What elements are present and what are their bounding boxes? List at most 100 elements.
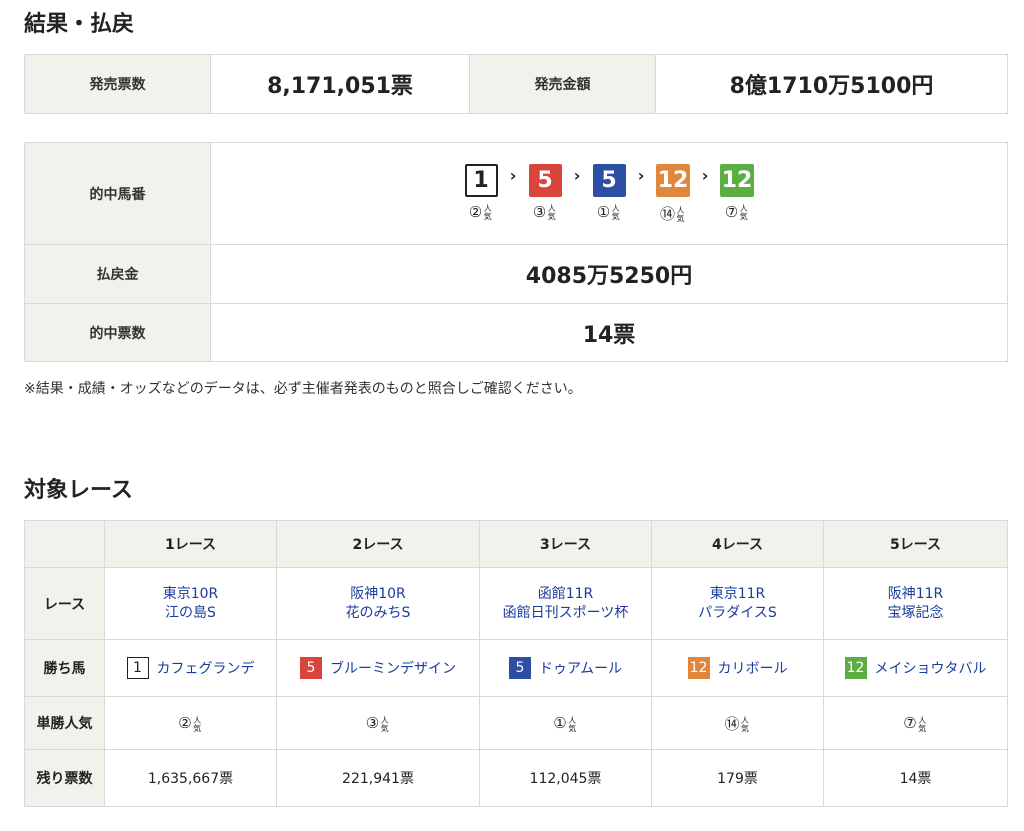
race-name[interactable]: 花のみちS xyxy=(277,604,479,623)
popularity-cell: ①人気 xyxy=(479,696,652,750)
arrow-icon: › xyxy=(573,165,581,185)
horse-number-badge: 5 xyxy=(528,163,562,197)
winner-link[interactable]: 5 ドゥアムール xyxy=(508,657,622,679)
popularity-row-label: 単勝人気 xyxy=(24,696,105,750)
race-name[interactable]: パラダイスS xyxy=(652,604,823,623)
popularity: ①人気 xyxy=(597,203,621,221)
race-name[interactable]: 函館日刊スポーツ杯 xyxy=(480,604,651,623)
horse-name[interactable]: カフェグランデ xyxy=(157,658,255,678)
sales-count-label: 発売票数 xyxy=(24,54,211,114)
popularity-rank: ① xyxy=(596,202,611,221)
winner-link[interactable]: 12 メイショウタバル xyxy=(844,657,987,679)
popularity-rank: ② xyxy=(468,202,483,221)
race-link[interactable]: 東京10R 江の島S xyxy=(105,585,276,623)
hit-tickets-label: 的中票数 xyxy=(24,303,211,362)
horse-number-badge: 12 xyxy=(844,657,867,679)
race-cell: 東京10R 江の島S xyxy=(104,567,277,640)
popularity-suffix: 人気 xyxy=(917,715,927,732)
popularity-suffix: 人気 xyxy=(739,204,749,220)
popularity-suffix: 人気 xyxy=(483,204,493,220)
race-col-header: 4レース xyxy=(651,520,824,568)
popularity-rank: ⑦ xyxy=(903,714,917,732)
payout-value: 4085万5250円 xyxy=(210,244,1008,304)
popularity: ①人気 xyxy=(553,714,577,732)
winner-link[interactable]: 12 カリボール xyxy=(687,657,788,679)
popularity: ③人気 xyxy=(533,203,557,221)
races-corner xyxy=(24,520,105,568)
race-col-header: 2レース xyxy=(276,520,480,568)
popularity: ⑦人気 xyxy=(725,203,749,221)
popularity-cell: ③人気 xyxy=(276,696,480,750)
popularity-rank: ③ xyxy=(365,714,380,732)
hit-numbers-label: 的中馬番 xyxy=(24,142,211,245)
hit-number-item: 5 ①人気 xyxy=(592,163,626,221)
popularity-suffix: 人気 xyxy=(676,206,685,222)
horse-name[interactable]: メイショウタバル xyxy=(875,658,987,678)
race-venue[interactable]: 函館11R xyxy=(480,585,651,604)
race-venue[interactable]: 阪神11R xyxy=(824,585,1007,604)
race-cell: 阪神10R 花のみちS xyxy=(276,567,480,640)
race-link[interactable]: 阪神10R 花のみちS xyxy=(277,585,479,623)
race-row: レース 東京10R 江の島S 阪神10R 花のみちS 函館11R 函館日刊スポーツ杯 東京1… xyxy=(24,567,1008,640)
races-header-row: 1レース 2レース 3レース 4レース 5レース xyxy=(24,520,1008,568)
horse-name[interactable]: ブルーミンデザイン xyxy=(330,658,456,678)
popularity-rank: ⑭ xyxy=(724,714,740,733)
race-venue[interactable]: 阪神10R xyxy=(277,585,479,604)
hit-number-item: 5 ③人気 xyxy=(528,163,562,221)
race-name[interactable]: 江の島S xyxy=(105,604,276,623)
races-table: 1レース 2レース 3レース 4レース 5レース レース 東京10R 江の島S 阪神10R 花… xyxy=(24,520,1008,807)
horse-number-badge: 1 xyxy=(126,657,149,679)
popularity: ⑭人気 xyxy=(660,203,686,224)
horse-number-badge: 5 xyxy=(300,657,322,679)
winner-cell: 5 ブルーミンデザイン xyxy=(276,639,480,697)
sales-count-value: 8,171,051票 xyxy=(210,54,470,114)
popularity-rank: ② xyxy=(178,714,192,732)
winner-cell: 12 カリボール xyxy=(651,639,824,697)
payout-label: 払戻金 xyxy=(24,244,211,304)
horse-number-badge: 5 xyxy=(592,163,626,197)
race-venue[interactable]: 東京11R xyxy=(652,585,823,604)
hit-number-item: 1 ②人気 xyxy=(464,163,498,221)
horse-name[interactable]: ドゥアムール xyxy=(539,658,622,678)
race-cell: 函館11R 函館日刊スポーツ杯 xyxy=(479,567,652,640)
winner-cell: 1 カフェグランデ xyxy=(104,639,277,697)
race-link[interactable]: 東京11R パラダイスS xyxy=(652,585,823,623)
hit-number-item: 12 ⑦人気 xyxy=(719,163,755,221)
race-name[interactable]: 宝塚記念 xyxy=(824,604,1007,623)
race-col-header: 3レース xyxy=(479,520,652,568)
race-link[interactable]: 函館11R 函館日刊スポーツ杯 xyxy=(480,585,651,623)
popularity-suffix: 人気 xyxy=(547,204,557,220)
hit-numbers: 1 ②人気 › 5 ③人気 › 5 ①人気 › 12 ⑭人気 › 12 ⑦人気 xyxy=(211,163,1007,224)
target-heading: 対象レース xyxy=(24,478,133,503)
hit-number-item: 12 ⑭人気 xyxy=(655,163,691,224)
result-heading: 結果・払戻 xyxy=(24,12,135,37)
hit-table: 的中馬番 1 ②人気 › 5 ③人気 › 5 ①人気 › 12 ⑭人気 › 12 ⑦人気 払戻金 4085… xyxy=(24,142,1008,362)
race-col-header: 5レース xyxy=(823,520,1008,568)
race-link[interactable]: 阪神11R 宝塚記念 xyxy=(824,585,1007,623)
remaining-tickets: 112,045票 xyxy=(479,749,652,807)
popularity-rank: ① xyxy=(553,714,567,732)
popularity-cell: ⑭人気 xyxy=(651,696,824,750)
hit-tickets-value: 14票 xyxy=(210,303,1008,362)
horse-name[interactable]: カリボール xyxy=(718,658,788,678)
horse-number-badge: 12 xyxy=(655,163,691,197)
remaining-tickets: 14票 xyxy=(823,749,1008,807)
remaining-tickets: 179票 xyxy=(651,749,824,807)
winner-link[interactable]: 5 ブルーミンデザイン xyxy=(300,657,456,679)
race-col-header: 1レース xyxy=(104,520,277,568)
race-cell: 阪神11R 宝塚記念 xyxy=(823,567,1008,640)
winner-row-label: 勝ち馬 xyxy=(24,639,105,697)
remaining-row: 残り票数 1,635,667票 221,941票 112,045票 179票 14票 xyxy=(24,749,1008,807)
popularity-cell: ②人気 xyxy=(104,696,277,750)
disclaimer-note: ※結果・成績・オッズなどのデータは、必ず主催者発表のものと照合しご確認ください。 xyxy=(24,381,582,397)
popularity-rank: ⑦ xyxy=(724,202,739,221)
winner-link[interactable]: 1 カフェグランデ xyxy=(126,657,255,679)
popularity-suffix: 人気 xyxy=(740,716,750,732)
winner-cell: 5 ドゥアムール xyxy=(479,639,652,697)
race-cell: 東京11R パラダイスS xyxy=(651,567,824,640)
popularity-cell: ⑦人気 xyxy=(823,696,1008,750)
popularity-suffix: 人気 xyxy=(380,715,390,732)
race-venue[interactable]: 東京10R xyxy=(105,585,276,604)
horse-number-badge: 12 xyxy=(719,163,755,197)
arrow-icon: › xyxy=(509,165,517,185)
